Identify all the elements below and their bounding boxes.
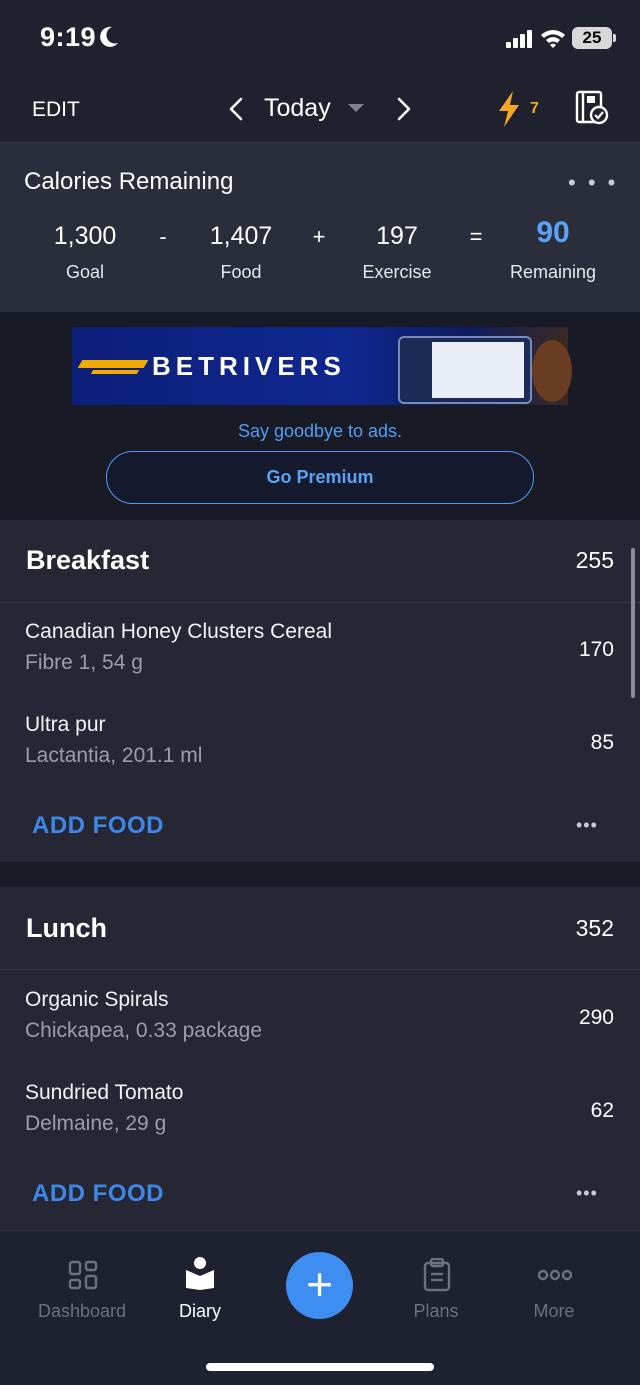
ad-football-image — [532, 340, 572, 402]
ad-logo-stripe-small — [90, 370, 140, 374]
streak-count[interactable]: 7 — [530, 100, 539, 118]
food-name[interactable]: Sundried Tomato — [25, 1081, 183, 1105]
exercise-label: Exercise — [362, 262, 432, 282]
ad-brand-text: BETRIVERS — [152, 351, 346, 381]
grid-icon[interactable] — [68, 1260, 98, 1295]
wifi-icon — [540, 27, 566, 54]
section-gap — [0, 862, 640, 887]
tab-dashboard[interactable]: Dashboard — [22, 1301, 142, 1322]
remaining-label: Remaining — [509, 262, 597, 282]
add-food-button[interactable]: ADD FOOD — [32, 812, 164, 840]
food-calories[interactable]: 290 — [579, 1006, 614, 1030]
status-time: 9:19 — [40, 22, 97, 52]
scrollbar[interactable] — [631, 548, 635, 698]
meal-total: 352 — [575, 915, 614, 941]
ad-logo-stripe — [77, 360, 149, 368]
ad-phone-screen — [432, 342, 524, 398]
battery-nub — [613, 34, 616, 42]
goal-label: Goal — [65, 262, 105, 282]
food-name[interactable]: Ultra pur — [25, 713, 106, 737]
divider — [0, 969, 640, 970]
go-premium-button[interactable]: Go Premium — [106, 451, 534, 504]
remaining-value: 90 — [536, 216, 570, 249]
ads-note: Say goodbye to ads. — [237, 421, 403, 441]
food-calories[interactable]: 85 — [591, 731, 614, 755]
tab-more[interactable]: More — [494, 1301, 614, 1322]
clipboard-icon[interactable] — [423, 1257, 451, 1297]
signal-icon — [506, 30, 534, 53]
calories-title: Calories Remaining — [24, 168, 234, 195]
food-name[interactable]: Canadian Honey Clusters Cereal — [25, 620, 332, 644]
food-label: Food — [220, 262, 262, 282]
food-name[interactable]: Organic Spirals — [25, 988, 169, 1012]
food-detail[interactable]: Fibre 1, 54 g — [25, 651, 143, 675]
food-detail[interactable]: Chickapea, 0.33 package — [25, 1019, 262, 1043]
edit-button[interactable]: EDIT — [32, 98, 80, 122]
add-food-button[interactable]: ADD FOOD — [32, 1180, 164, 1208]
home-indicator[interactable] — [206, 1363, 434, 1371]
food-value: 1,407 — [209, 222, 273, 250]
add-entry-button[interactable]: + — [286, 1252, 353, 1319]
meal-total: 255 — [575, 547, 614, 573]
meal-more-icon[interactable]: ••• — [576, 1183, 598, 1204]
lightning-bolt-icon[interactable] — [496, 90, 522, 133]
divider — [0, 602, 640, 603]
book-icon[interactable] — [185, 1256, 215, 1295]
tab-diary[interactable]: Diary — [140, 1301, 260, 1322]
exercise-value: 197 — [376, 222, 418, 250]
chevron-down-icon[interactable] — [348, 104, 364, 112]
meal-more-icon[interactable]: ••• — [576, 815, 598, 836]
calories-more-icon[interactable]: • • • — [568, 170, 618, 196]
previous-day-icon[interactable] — [226, 96, 248, 127]
meal-title: Breakfast — [26, 545, 150, 575]
food-detail[interactable]: Delmaine, 29 g — [25, 1112, 166, 1136]
food-calories[interactable]: 170 — [579, 638, 614, 662]
battery-icon: 25 — [572, 27, 612, 49]
date-selector[interactable]: Today — [264, 94, 331, 123]
food-calories[interactable]: 62 — [591, 1099, 614, 1123]
food-detail[interactable]: Lactantia, 201.1 ml — [25, 744, 202, 768]
next-day-icon[interactable] — [392, 96, 414, 127]
moon-icon — [98, 25, 120, 54]
log-check-icon[interactable] — [575, 90, 609, 131]
more-icon[interactable] — [537, 1268, 573, 1286]
tab-plans[interactable]: Plans — [376, 1301, 496, 1322]
goal-value: 1,300 — [53, 222, 117, 250]
meal-title: Lunch — [26, 913, 107, 943]
